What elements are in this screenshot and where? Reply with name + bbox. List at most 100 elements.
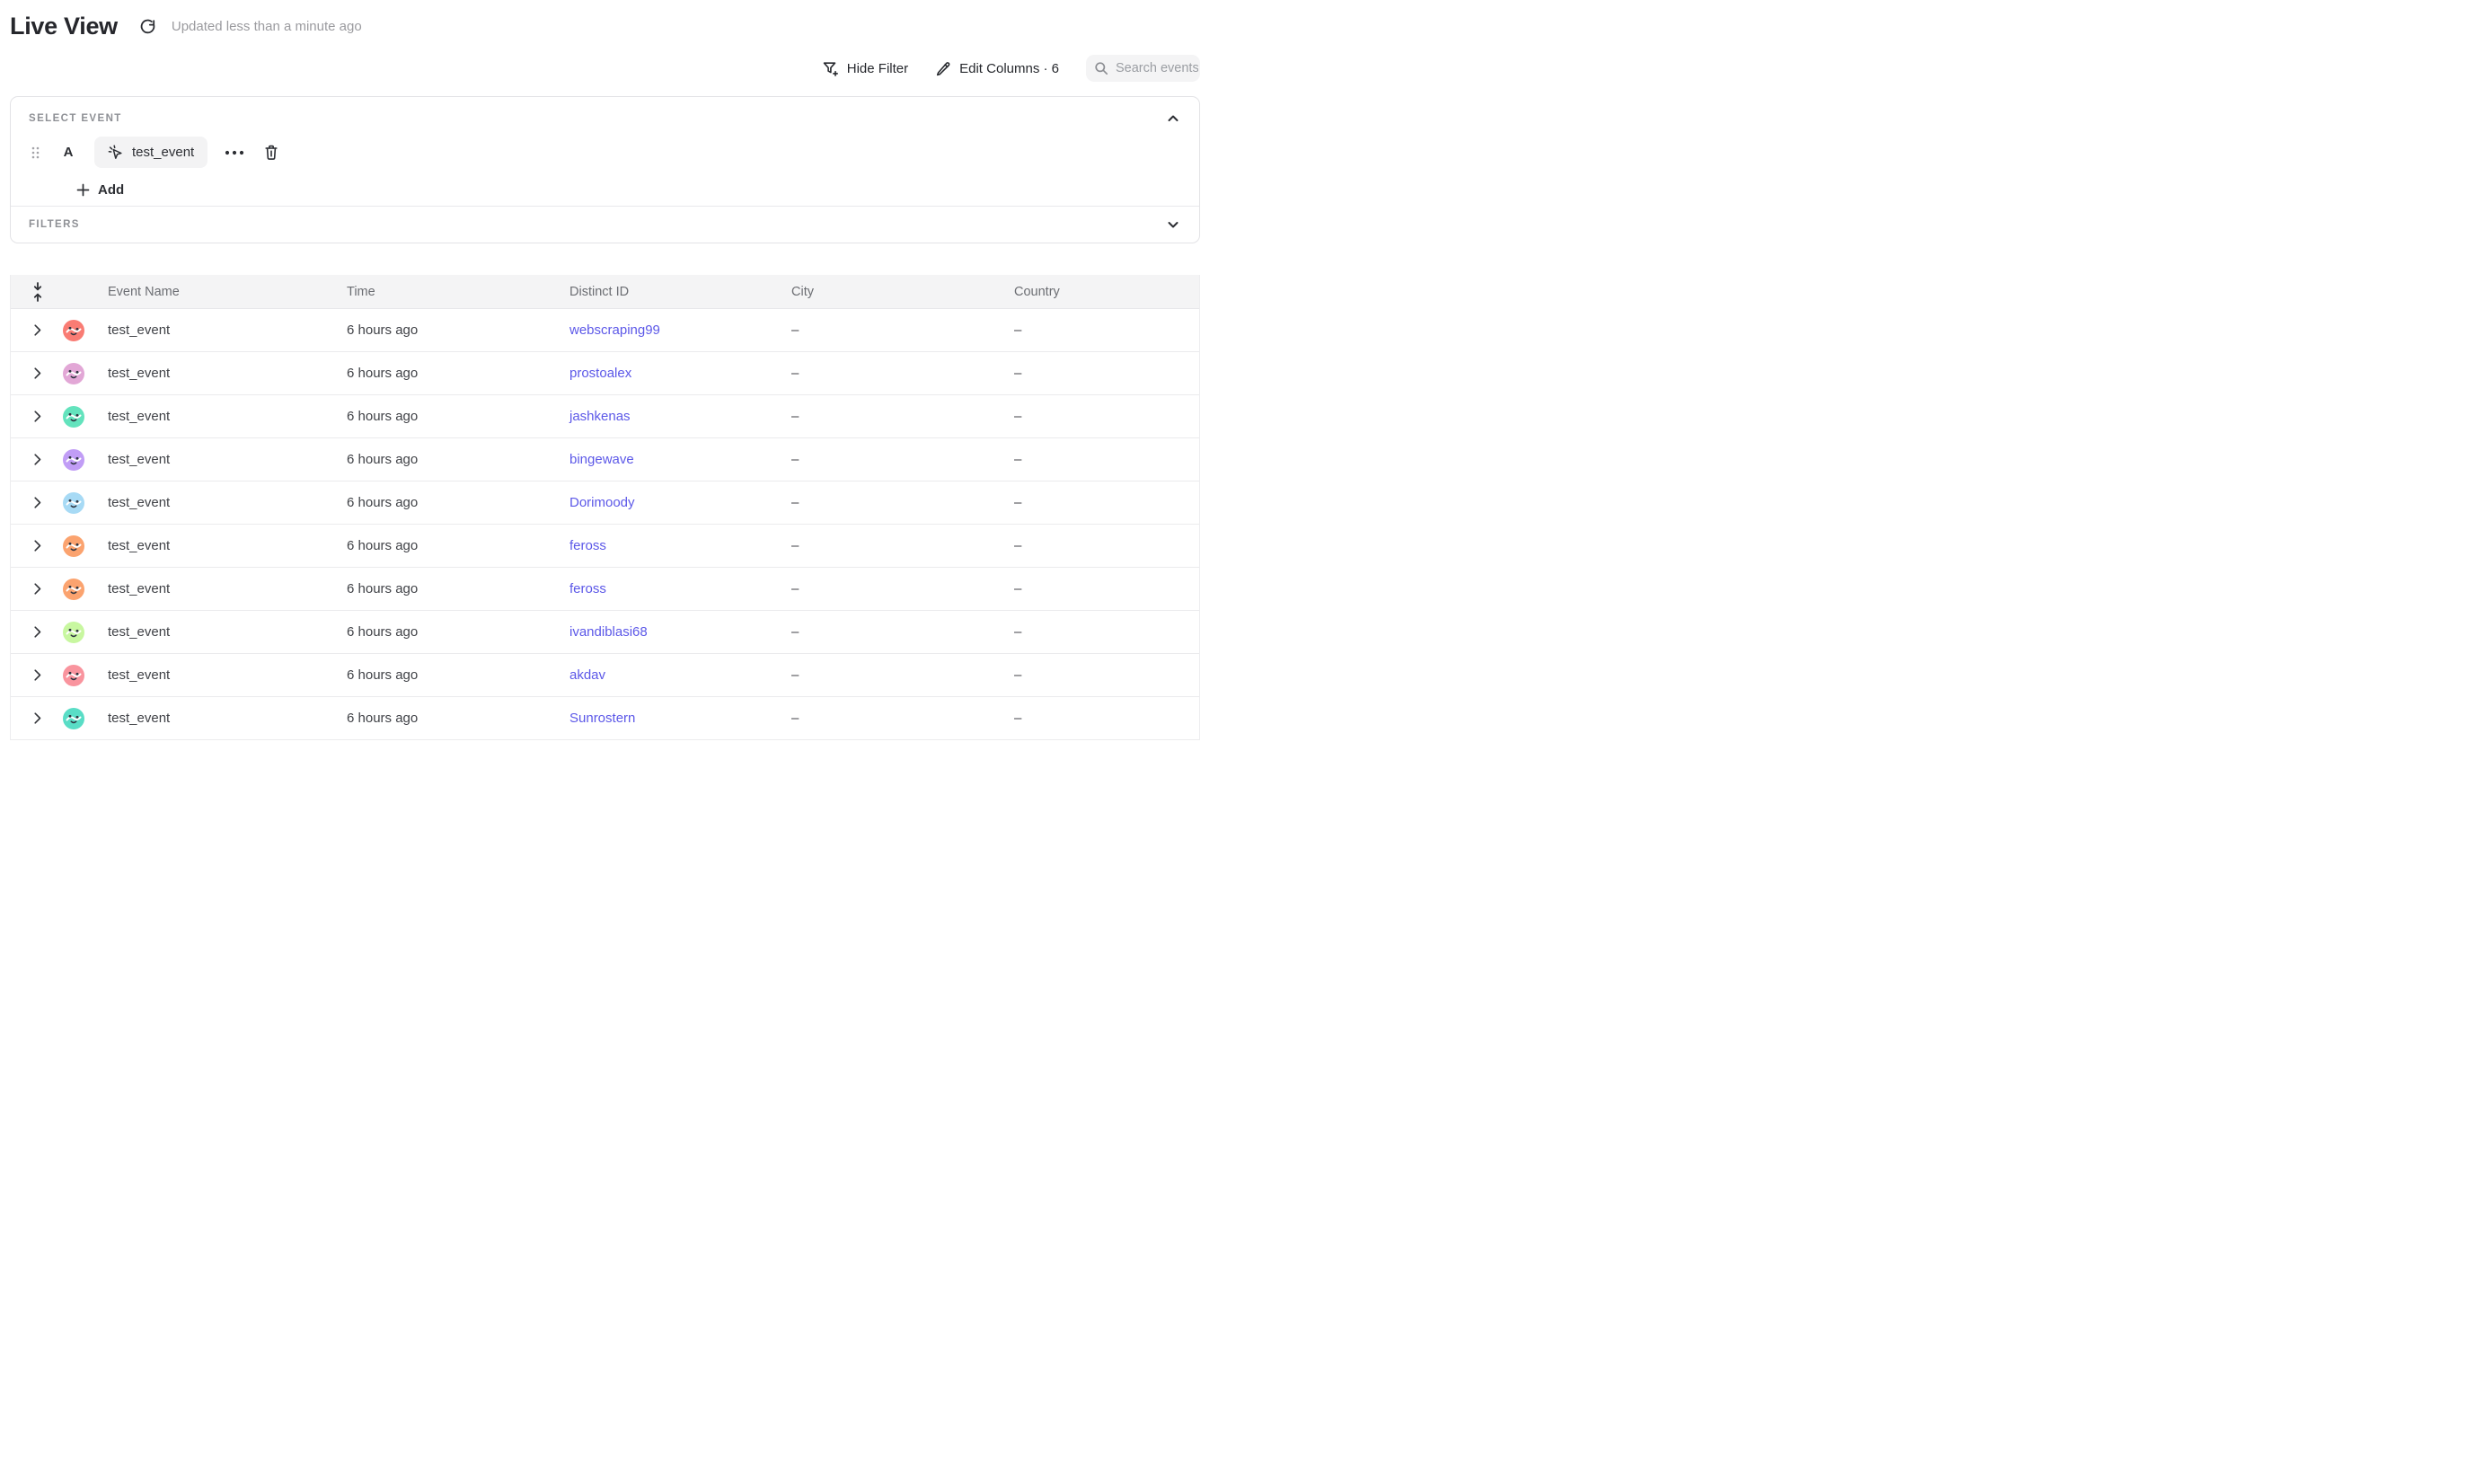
distinct-id-link[interactable]: webscraping99 bbox=[569, 322, 660, 338]
distinct-id-cell: webscraping99 bbox=[555, 322, 777, 338]
distinct-id-link[interactable]: feross bbox=[569, 581, 606, 596]
distinct-id-cell: Dorimoody bbox=[555, 495, 777, 510]
city-cell: – bbox=[777, 667, 1000, 683]
table-row[interactable]: test_event 6 hours ago bingewave – – bbox=[11, 438, 1199, 481]
event-row-A: A test_event bbox=[29, 137, 1181, 168]
selected-event-name: test_event bbox=[132, 145, 194, 160]
avatar bbox=[54, 449, 93, 471]
distinct-id-cell: feross bbox=[555, 538, 777, 553]
table-row[interactable]: test_event 6 hours ago feross – – bbox=[11, 568, 1199, 611]
hide-filter-button[interactable]: Hide Filter bbox=[822, 60, 908, 77]
hide-filter-label: Hide Filter bbox=[847, 61, 908, 76]
country-cell: – bbox=[1000, 581, 1199, 596]
table-row[interactable]: test_event 6 hours ago akdav – – bbox=[11, 654, 1199, 697]
pencil-icon bbox=[935, 60, 951, 76]
event-name-cell: test_event bbox=[93, 581, 332, 596]
page-title: Live View bbox=[10, 13, 118, 40]
table-row[interactable]: test_event 6 hours ago jashkenas – – bbox=[11, 395, 1199, 438]
search-events-box[interactable] bbox=[1086, 55, 1200, 82]
time-cell: 6 hours ago bbox=[332, 495, 555, 510]
add-event-button[interactable]: Add bbox=[76, 182, 124, 198]
expand-row-button[interactable] bbox=[11, 540, 54, 552]
avatar bbox=[54, 492, 93, 514]
select-event-label: SELECT EVENT bbox=[29, 113, 122, 124]
city-cell: – bbox=[777, 452, 1000, 467]
city-cell: – bbox=[777, 495, 1000, 510]
avatar bbox=[54, 535, 93, 557]
avatar bbox=[54, 708, 93, 729]
chevron-right-icon bbox=[34, 540, 41, 552]
distinct-id-cell: akdav bbox=[555, 667, 777, 683]
distinct-id-cell: jashkenas bbox=[555, 409, 777, 424]
add-label: Add bbox=[98, 182, 124, 198]
expand-row-button[interactable] bbox=[11, 324, 54, 336]
chevron-up-icon bbox=[1168, 115, 1179, 122]
query-builder-card: SELECT EVENT A bbox=[10, 96, 1200, 243]
time-cell: 6 hours ago bbox=[332, 667, 555, 683]
column-header: City bbox=[777, 285, 1000, 299]
distinct-id-link[interactable]: ivandiblasi68 bbox=[569, 624, 648, 640]
refresh-button[interactable] bbox=[137, 16, 159, 38]
table-row[interactable]: test_event 6 hours ago prostoalex – – bbox=[11, 352, 1199, 395]
filters-section: FILTERS bbox=[11, 207, 1199, 243]
collapse-all-button[interactable] bbox=[11, 282, 54, 302]
page-header: Live View Updated less than a minute ago bbox=[10, 13, 362, 40]
cursor-click-icon bbox=[108, 145, 123, 160]
avatar bbox=[54, 406, 93, 428]
city-cell: – bbox=[777, 366, 1000, 381]
table-header-row: Event NameTimeDistinct IDCityCountry bbox=[11, 275, 1199, 309]
table-row[interactable]: test_event 6 hours ago Sunrostern – – bbox=[11, 697, 1199, 740]
expand-row-button[interactable] bbox=[11, 367, 54, 379]
trash-icon bbox=[263, 144, 279, 161]
expand-row-button[interactable] bbox=[11, 497, 54, 508]
table-row[interactable]: test_event 6 hours ago Dorimoody – – bbox=[11, 481, 1199, 525]
event-name-cell: test_event bbox=[93, 366, 332, 381]
distinct-id-link[interactable]: feross bbox=[569, 538, 606, 553]
expand-row-button[interactable] bbox=[11, 454, 54, 465]
select-event-section: SELECT EVENT A bbox=[11, 97, 1199, 206]
event-name-cell: test_event bbox=[93, 711, 332, 726]
column-header: Country bbox=[1000, 285, 1199, 299]
event-select-chip[interactable]: test_event bbox=[94, 137, 207, 168]
table-row[interactable]: test_event 6 hours ago webscraping99 – – bbox=[11, 309, 1199, 352]
city-cell: – bbox=[777, 322, 1000, 338]
expand-row-button[interactable] bbox=[11, 712, 54, 724]
edit-columns-button[interactable]: Edit Columns · 6 bbox=[935, 60, 1059, 76]
distinct-id-link[interactable]: akdav bbox=[569, 667, 605, 683]
edit-columns-label: Edit Columns · 6 bbox=[959, 61, 1059, 76]
event-name-cell: test_event bbox=[93, 452, 332, 467]
country-cell: – bbox=[1000, 538, 1199, 553]
expand-row-button[interactable] bbox=[11, 669, 54, 681]
event-options-button[interactable] bbox=[225, 150, 244, 155]
time-cell: 6 hours ago bbox=[332, 452, 555, 467]
chevron-right-icon bbox=[34, 411, 41, 422]
avatar bbox=[54, 363, 93, 384]
column-header: Event Name bbox=[93, 285, 332, 299]
expand-row-button[interactable] bbox=[11, 411, 54, 422]
chevron-right-icon bbox=[34, 669, 41, 681]
events-table: Event NameTimeDistinct IDCityCountry tes… bbox=[10, 275, 1200, 740]
distinct-id-link[interactable]: Dorimoody bbox=[569, 495, 635, 510]
distinct-id-link[interactable]: bingewave bbox=[569, 452, 634, 467]
chevron-right-icon bbox=[34, 712, 41, 724]
distinct-id-link[interactable]: Sunrostern bbox=[569, 711, 635, 726]
plus-icon bbox=[76, 183, 90, 197]
distinct-id-link[interactable]: jashkenas bbox=[569, 409, 631, 424]
toolbar: Hide Filter Edit Columns · 6 bbox=[822, 54, 1200, 83]
collapse-section-button[interactable] bbox=[1165, 112, 1181, 125]
expand-row-button[interactable] bbox=[11, 583, 54, 595]
column-header: Time bbox=[332, 285, 555, 299]
expand-row-button[interactable] bbox=[11, 626, 54, 638]
chevron-right-icon bbox=[34, 367, 41, 379]
drag-handle[interactable] bbox=[29, 146, 41, 159]
country-cell: – bbox=[1000, 711, 1199, 726]
distinct-id-link[interactable]: prostoalex bbox=[569, 366, 631, 381]
table-row[interactable]: test_event 6 hours ago feross – – bbox=[11, 525, 1199, 568]
search-events-input[interactable] bbox=[1116, 61, 1198, 75]
expand-filters-button[interactable] bbox=[1165, 218, 1181, 231]
event-name-cell: test_event bbox=[93, 624, 332, 640]
delete-event-button[interactable] bbox=[263, 144, 279, 161]
table-row[interactable]: test_event 6 hours ago ivandiblasi68 – – bbox=[11, 611, 1199, 654]
avatar bbox=[54, 320, 93, 341]
country-cell: – bbox=[1000, 409, 1199, 424]
